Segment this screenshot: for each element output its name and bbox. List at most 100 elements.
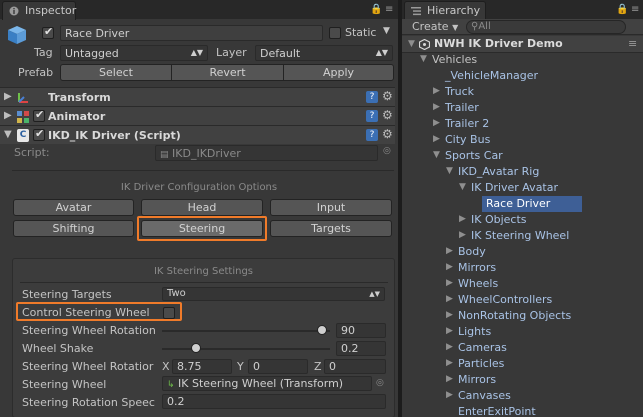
expand-arrow-icon[interactable]: ▼ [459,182,466,192]
hierarchy-item[interactable]: ▶ Wheels [402,276,643,292]
x-input[interactable]: 8.75 [172,359,232,374]
expand-arrow-icon[interactable]: ▼ [433,150,440,160]
hierarchy-item[interactable]: ▼ IKD_Avatar Rig [402,164,643,180]
hierarchy-item[interactable]: ▶ IK Objects [402,212,643,228]
static-dropdown-icon[interactable]: ▼ [383,26,390,36]
steering-targets-dropdown[interactable]: Two ▲▼ [162,287,385,301]
collapse-arrow-icon[interactable]: ▶ [433,118,440,128]
create-button[interactable]: Create ▼ [412,20,458,33]
y-input[interactable]: 0 [248,359,308,374]
hierarchy-item-label: Particles [458,357,505,370]
help-icon[interactable]: ? [366,129,378,141]
foldout-arrow-icon[interactable]: ▶ [4,110,12,121]
ik-driver-title: IKD_IK Driver (Script) [48,129,181,142]
ik-driver-header[interactable]: ▼ C IKD_IK Driver (Script) ? ⚙ [0,125,395,144]
prefab-select-button[interactable]: Select [60,64,172,81]
transform-header[interactable]: ▶ Transform ? ⚙ [0,87,395,106]
tag-dropdown[interactable]: Untagged ▲▼ [60,45,208,61]
collapse-arrow-icon[interactable]: ▶ [446,310,453,320]
wheel-rotation-track[interactable] [162,330,330,332]
collapse-arrow-icon[interactable]: ▶ [446,246,453,256]
input-button[interactable]: Input [270,199,392,216]
collapse-arrow-icon[interactable]: ▶ [446,278,453,288]
tab-hierarchy[interactable]: Hierarchy [404,1,486,20]
hierarchy-item[interactable]: ▶ Lights [402,324,643,340]
collapse-arrow-icon[interactable]: ▶ [446,262,453,272]
hierarchy-item[interactable]: ▶ Trailer 2 [402,116,643,132]
hierarchy-item[interactable]: ▶ Canvases [402,388,643,404]
hierarchy-item[interactable]: EnterExitPoint [402,404,643,417]
hierarchy-item[interactable]: ▶ Particles [402,356,643,372]
search-input[interactable]: ⚲All [466,20,626,34]
help-icon[interactable]: ? [366,91,378,103]
expand-arrow-icon[interactable]: ▼ [420,54,427,64]
prefab-apply-button[interactable]: Apply [283,64,394,81]
hierarchy-item[interactable]: ▶ NonRotating Objects [402,308,643,324]
prefab-label: Prefab [18,66,54,79]
hierarchy-item[interactable]: ▼ IK Driver Avatar [402,180,643,196]
foldout-arrow-icon[interactable]: ▼ [4,129,12,140]
collapse-arrow-icon[interactable]: ▶ [433,86,440,96]
hierarchy-item[interactable]: ▶ IK Steering Wheel [402,228,643,244]
object-picker-icon[interactable]: ◎ [383,146,391,156]
hierarchy-item[interactable]: ▶ WheelControllers [402,292,643,308]
collapse-arrow-icon[interactable]: ▶ [446,374,453,384]
hierarchy-item[interactable]: ▶ Body [402,244,643,260]
animator-header[interactable]: ▶ Animator ? ⚙ [0,106,395,125]
tab-inspector[interactable]: Inspector [2,1,76,20]
hierarchy-item[interactable]: ▶ Trailer [402,100,643,116]
hierarchy-item[interactable]: ▶ City Bus [402,132,643,148]
gear-icon[interactable]: ⚙ [382,127,393,141]
foldout-arrow-icon[interactable]: ▼ [408,39,415,49]
head-button[interactable]: Head [141,199,263,216]
prefab-revert-button[interactable]: Revert [171,64,284,81]
hierarchy-item[interactable]: Race Driver [482,196,582,212]
object-name-input[interactable]: Race Driver [60,25,323,41]
rotation-speed-input[interactable]: 0.2 [162,394,386,409]
wheel-rotation-input[interactable]: 90 [336,323,386,338]
layer-dropdown[interactable]: Default ▲▼ [255,45,393,61]
script-field[interactable]: ▤ IKD_IKDriver [155,145,378,161]
static-toggle[interactable] [329,27,341,39]
wheel-rotation-slider-knob[interactable] [316,325,327,335]
avatar-button[interactable]: Avatar [13,199,134,216]
hierarchy-item[interactable]: ▼ Sports Car [402,148,643,164]
scene-menu-icon[interactable]: ≡ [628,37,637,50]
gear-icon[interactable]: ⚙ [382,89,393,103]
hierarchy-item[interactable]: ▶ Mirrors [402,372,643,388]
hierarchy-item[interactable]: ▶ Mirrors [402,260,643,276]
collapse-arrow-icon[interactable]: ▶ [459,214,466,224]
shifting-button[interactable]: Shifting [13,220,134,237]
collapse-arrow-icon[interactable]: ▶ [446,326,453,336]
collapse-arrow-icon[interactable]: ▶ [459,230,466,240]
object-picker-icon[interactable]: ◎ [376,378,384,388]
active-toggle[interactable] [42,25,54,39]
scene-row[interactable]: ▼ NWH IK Driver Demo ≡ [402,36,643,53]
targets-button[interactable]: Targets [270,220,392,237]
z-input[interactable]: 0 [324,359,386,374]
collapse-arrow-icon[interactable]: ▶ [446,342,453,352]
hierarchy-item[interactable]: ▶ Truck [402,84,643,100]
gear-icon[interactable]: ⚙ [382,108,393,122]
wheel-shake-slider-knob[interactable] [190,343,201,353]
wheel-shake-track[interactable] [162,348,330,350]
steering-wheel-field[interactable]: ↳ IK Steering Wheel (Transform) [162,376,372,391]
hierarchy-item[interactable]: ▶ Cameras [402,340,643,356]
collapse-arrow-icon[interactable]: ▶ [446,358,453,368]
lock-icon[interactable]: 🔒 [370,4,382,15]
collapse-arrow-icon[interactable]: ▶ [446,390,453,400]
help-icon[interactable]: ? [366,110,378,122]
ik-driver-enabled-toggle[interactable] [33,127,45,141]
hierarchy-item[interactable]: _VehicleManager [402,68,643,84]
panel-menu-icon[interactable]: ≡ [385,4,393,15]
animator-enabled-toggle[interactable] [33,108,45,122]
collapse-arrow-icon[interactable]: ▶ [433,102,440,112]
hierarchy-item[interactable]: ▼ Vehicles [402,52,643,68]
lock-icon[interactable]: 🔒 [616,4,628,15]
collapse-arrow-icon[interactable]: ▶ [433,134,440,144]
expand-arrow-icon[interactable]: ▼ [446,166,453,176]
collapse-arrow-icon[interactable]: ▶ [446,294,453,304]
foldout-arrow-icon[interactable]: ▶ [4,91,12,102]
wheel-shake-input[interactable]: 0.2 [336,341,386,356]
panel-menu-icon[interactable]: ≡ [631,4,639,15]
